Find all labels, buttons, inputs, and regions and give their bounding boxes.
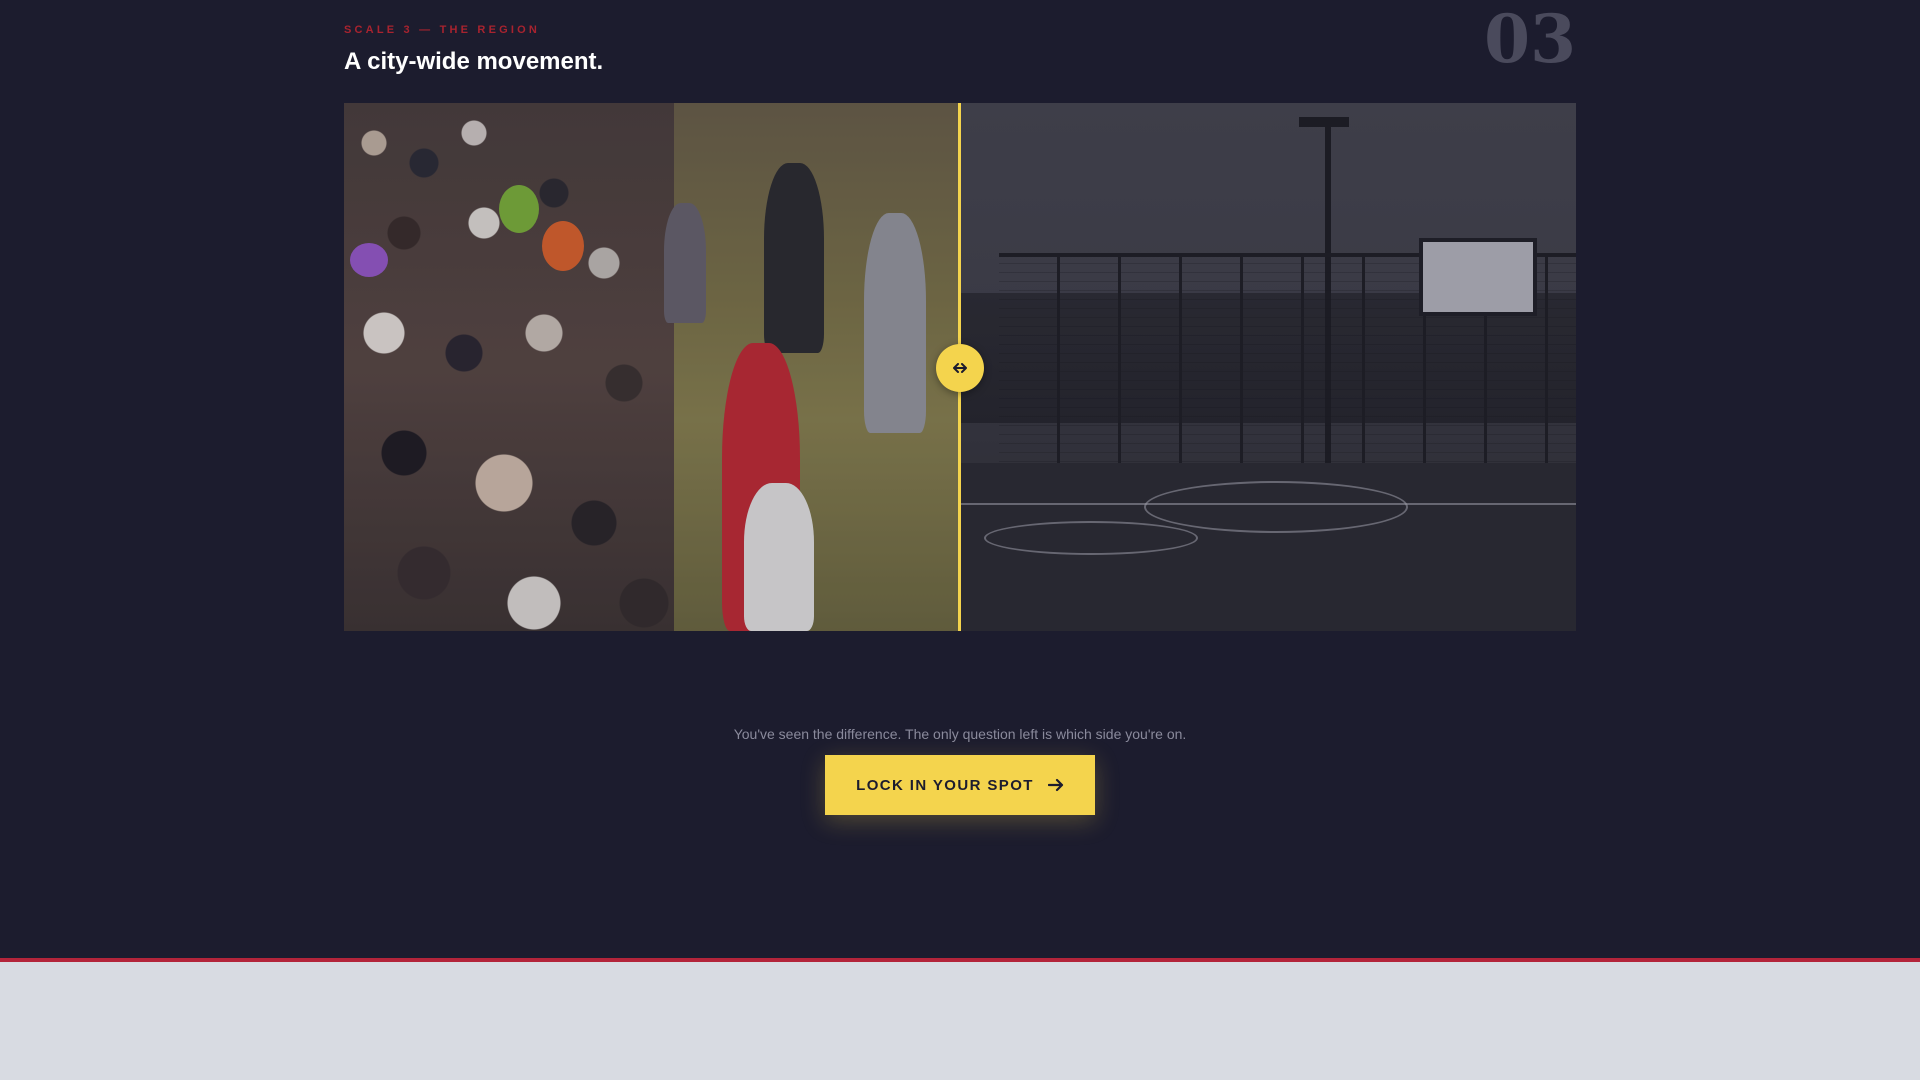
cta-caption: You've seen the difference. The only que… xyxy=(733,726,1187,742)
footer xyxy=(0,962,1920,1080)
page: SCALE 3 — THE REGION A city-wide movemen… xyxy=(0,0,1920,1080)
crowd-photo xyxy=(344,103,959,631)
section-title: A city-wide movement. xyxy=(344,48,604,75)
arrow-right-icon xyxy=(1047,778,1063,792)
lock-in-spot-button[interactable]: LOCK IN YOUR SPOT xyxy=(825,755,1095,815)
empty-court-photo xyxy=(959,103,1576,631)
before-after-comparison[interactable] xyxy=(344,103,1576,631)
section-eyebrow: SCALE 3 — THE REGION xyxy=(344,24,541,36)
step-number: 03 xyxy=(1484,0,1576,78)
comparison-slider-handle[interactable] xyxy=(936,344,984,392)
arrows-horizontal-icon xyxy=(953,363,967,373)
region-section: SCALE 3 — THE REGION A city-wide movemen… xyxy=(0,0,1920,958)
cta-button-label: LOCK IN YOUR SPOT xyxy=(856,776,1034,794)
